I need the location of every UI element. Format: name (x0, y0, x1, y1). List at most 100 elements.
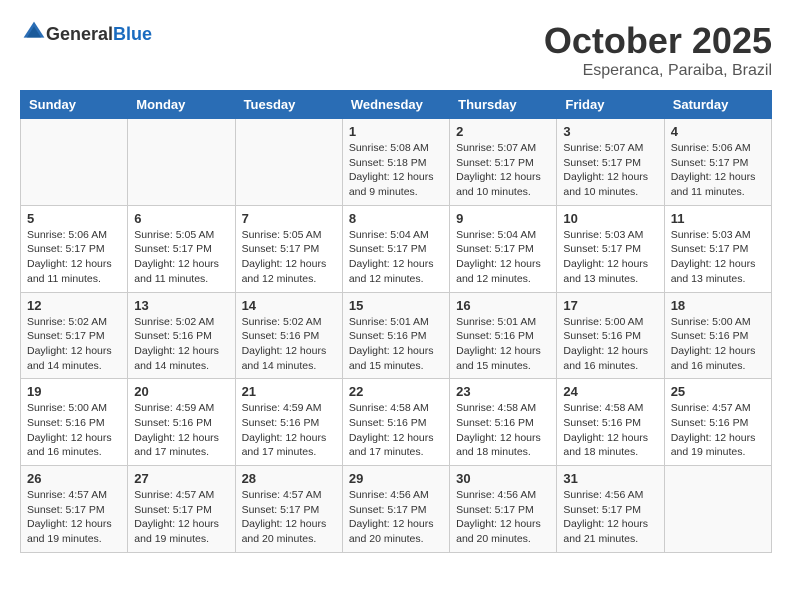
day-number: 6 (134, 211, 228, 226)
calendar-cell (128, 119, 235, 206)
day-number: 7 (242, 211, 336, 226)
day-info: Sunrise: 5:04 AM Sunset: 5:17 PM Dayligh… (456, 228, 550, 287)
day-info: Sunrise: 4:57 AM Sunset: 5:17 PM Dayligh… (134, 488, 228, 547)
weekday-header-monday: Monday (128, 91, 235, 119)
day-number: 29 (349, 471, 443, 486)
calendar-cell: 27 Sunrise: 4:57 AM Sunset: 5:17 PM Dayli… (128, 466, 235, 553)
calendar-cell: 7 Sunrise: 5:05 AM Sunset: 5:17 PM Daylig… (235, 205, 342, 292)
day-info: Sunrise: 5:05 AM Sunset: 5:17 PM Dayligh… (242, 228, 336, 287)
calendar-cell: 14Sunrise: 5:02 AM Sunset: 5:16 PM Dayli… (235, 292, 342, 379)
day-info: Sunrise: 5:03 AM Sunset: 5:17 PM Dayligh… (563, 228, 657, 287)
calendar-cell: 6Sunrise: 5:05 AM Sunset: 5:17 PM Daylig… (128, 205, 235, 292)
day-number: 26 (27, 471, 121, 486)
calendar-cell: 25 Sunrise: 4:57 AM Sunset: 5:16 PM Dayli… (664, 379, 771, 466)
weekday-header-sunday: Sunday (21, 91, 128, 119)
day-info: Sunrise: 4:58 AM Sunset: 5:16 PM Dayligh… (349, 401, 443, 460)
day-info: Sunrise: 4:59 AM Sunset: 5:16 PM Dayligh… (134, 401, 228, 460)
calendar-cell: 24 Sunrise: 4:58 AM Sunset: 5:16 PM Dayli… (557, 379, 664, 466)
calendar-cell (664, 466, 771, 553)
calendar-cell: 2 Sunrise: 5:07 AM Sunset: 5:17 PM Daylig… (450, 119, 557, 206)
day-number: 25 (671, 384, 765, 399)
day-info: Sunrise: 5:04 AM Sunset: 5:17 PM Dayligh… (349, 228, 443, 287)
day-info: Sunrise: 5:03 AM Sunset: 5:17 PM Dayligh… (671, 228, 765, 287)
day-number: 17 (563, 298, 657, 313)
calendar-cell: 28Sunrise: 4:57 AM Sunset: 5:17 PM Dayli… (235, 466, 342, 553)
calendar-cell: 10 Sunrise: 5:03 AM Sunset: 5:17 PM Dayli… (557, 205, 664, 292)
calendar-cell: 18Sunrise: 5:00 AM Sunset: 5:16 PM Dayli… (664, 292, 771, 379)
calendar-cell: 11 Sunrise: 5:03 AM Sunset: 5:17 PM Dayli… (664, 205, 771, 292)
calendar-cell: 3 Sunrise: 5:07 AM Sunset: 5:17 PM Daylig… (557, 119, 664, 206)
day-number: 23 (456, 384, 550, 399)
calendar-subtitle: Esperanca, Paraiba, Brazil (544, 62, 772, 80)
day-info: Sunrise: 5:02 AM Sunset: 5:16 PM Dayligh… (134, 315, 228, 374)
week-row-4: 26 Sunrise: 4:57 AM Sunset: 5:17 PM Dayli… (21, 466, 772, 553)
calendar-cell: 26 Sunrise: 4:57 AM Sunset: 5:17 PM Dayli… (21, 466, 128, 553)
day-number: 4 (671, 124, 765, 139)
day-number: 10 (563, 211, 657, 226)
day-number: 5 (27, 211, 121, 226)
day-number: 11 (671, 211, 765, 226)
calendar-cell: 30 Sunrise: 4:56 AM Sunset: 5:17 PM Dayli… (450, 466, 557, 553)
logo-text-general: General (46, 24, 113, 44)
week-row-2: 12 Sunrise: 5:02 AM Sunset: 5:17 PM Dayli… (21, 292, 772, 379)
day-info: Sunrise: 5:07 AM Sunset: 5:17 PM Dayligh… (456, 141, 550, 200)
calendar-cell: 22Sunrise: 4:58 AM Sunset: 5:16 PM Dayli… (342, 379, 449, 466)
day-number: 16 (456, 298, 550, 313)
day-info: Sunrise: 4:57 AM Sunset: 5:16 PM Dayligh… (671, 401, 765, 460)
calendar-cell: 19 Sunrise: 5:00 AM Sunset: 5:16 PM Dayli… (21, 379, 128, 466)
title-section: October 2025 Esperanca, Paraiba, Brazil (544, 20, 772, 80)
day-info: Sunrise: 5:00 AM Sunset: 5:16 PM Dayligh… (563, 315, 657, 374)
calendar-title: October 2025 (544, 20, 772, 62)
calendar-cell: 5 Sunrise: 5:06 AM Sunset: 5:17 PM Daylig… (21, 205, 128, 292)
day-info: Sunrise: 4:58 AM Sunset: 5:16 PM Dayligh… (456, 401, 550, 460)
day-info: Sunrise: 4:57 AM Sunset: 5:17 PM Dayligh… (27, 488, 121, 547)
day-number: 2 (456, 124, 550, 139)
calendar-cell: 1 Sunrise: 5:08 AM Sunset: 5:18 PM Daylig… (342, 119, 449, 206)
calendar-cell: 4 Sunrise: 5:06 AM Sunset: 5:17 PM Daylig… (664, 119, 771, 206)
day-number: 1 (349, 124, 443, 139)
day-info: Sunrise: 4:58 AM Sunset: 5:16 PM Dayligh… (563, 401, 657, 460)
weekday-header-row: SundayMondayTuesdayWednesdayThursdayFrid… (21, 91, 772, 119)
day-number: 13 (134, 298, 228, 313)
weekday-header-saturday: Saturday (664, 91, 771, 119)
header: GeneralBlue October 2025 Esperanca, Para… (20, 20, 772, 80)
day-number: 27 (134, 471, 228, 486)
day-number: 14 (242, 298, 336, 313)
weekday-header-thursday: Thursday (450, 91, 557, 119)
day-number: 24 (563, 384, 657, 399)
day-number: 30 (456, 471, 550, 486)
day-number: 3 (563, 124, 657, 139)
weekday-header-wednesday: Wednesday (342, 91, 449, 119)
day-number: 12 (27, 298, 121, 313)
weekday-header-friday: Friday (557, 91, 664, 119)
day-info: Sunrise: 5:07 AM Sunset: 5:17 PM Dayligh… (563, 141, 657, 200)
day-info: Sunrise: 5:00 AM Sunset: 5:16 PM Dayligh… (27, 401, 121, 460)
day-number: 9 (456, 211, 550, 226)
calendar-cell: 23 Sunrise: 4:58 AM Sunset: 5:16 PM Dayli… (450, 379, 557, 466)
calendar-cell: 20Sunrise: 4:59 AM Sunset: 5:16 PM Dayli… (128, 379, 235, 466)
week-row-0: 1 Sunrise: 5:08 AM Sunset: 5:18 PM Daylig… (21, 119, 772, 206)
day-info: Sunrise: 4:59 AM Sunset: 5:16 PM Dayligh… (242, 401, 336, 460)
day-number: 8 (349, 211, 443, 226)
logo-icon (22, 20, 46, 44)
calendar-cell: 9 Sunrise: 5:04 AM Sunset: 5:17 PM Daylig… (450, 205, 557, 292)
day-number: 19 (27, 384, 121, 399)
day-number: 31 (563, 471, 657, 486)
day-number: 18 (671, 298, 765, 313)
calendar-cell: 15Sunrise: 5:01 AM Sunset: 5:16 PM Dayli… (342, 292, 449, 379)
day-info: Sunrise: 4:56 AM Sunset: 5:17 PM Dayligh… (456, 488, 550, 547)
day-info: Sunrise: 5:01 AM Sunset: 5:16 PM Dayligh… (456, 315, 550, 374)
day-info: Sunrise: 5:01 AM Sunset: 5:16 PM Dayligh… (349, 315, 443, 374)
calendar-cell: 29Sunrise: 4:56 AM Sunset: 5:17 PM Dayli… (342, 466, 449, 553)
week-row-1: 5 Sunrise: 5:06 AM Sunset: 5:17 PM Daylig… (21, 205, 772, 292)
calendar-cell: 21Sunrise: 4:59 AM Sunset: 5:16 PM Dayli… (235, 379, 342, 466)
day-info: Sunrise: 4:56 AM Sunset: 5:17 PM Dayligh… (563, 488, 657, 547)
calendar-cell (21, 119, 128, 206)
day-info: Sunrise: 5:06 AM Sunset: 5:17 PM Dayligh… (671, 141, 765, 200)
day-info: Sunrise: 5:08 AM Sunset: 5:18 PM Dayligh… (349, 141, 443, 200)
calendar-cell: 12 Sunrise: 5:02 AM Sunset: 5:17 PM Dayli… (21, 292, 128, 379)
calendar-table: SundayMondayTuesdayWednesdayThursdayFrid… (20, 90, 772, 553)
day-info: Sunrise: 5:06 AM Sunset: 5:17 PM Dayligh… (27, 228, 121, 287)
day-info: Sunrise: 5:02 AM Sunset: 5:17 PM Dayligh… (27, 315, 121, 374)
week-row-3: 19 Sunrise: 5:00 AM Sunset: 5:16 PM Dayli… (21, 379, 772, 466)
